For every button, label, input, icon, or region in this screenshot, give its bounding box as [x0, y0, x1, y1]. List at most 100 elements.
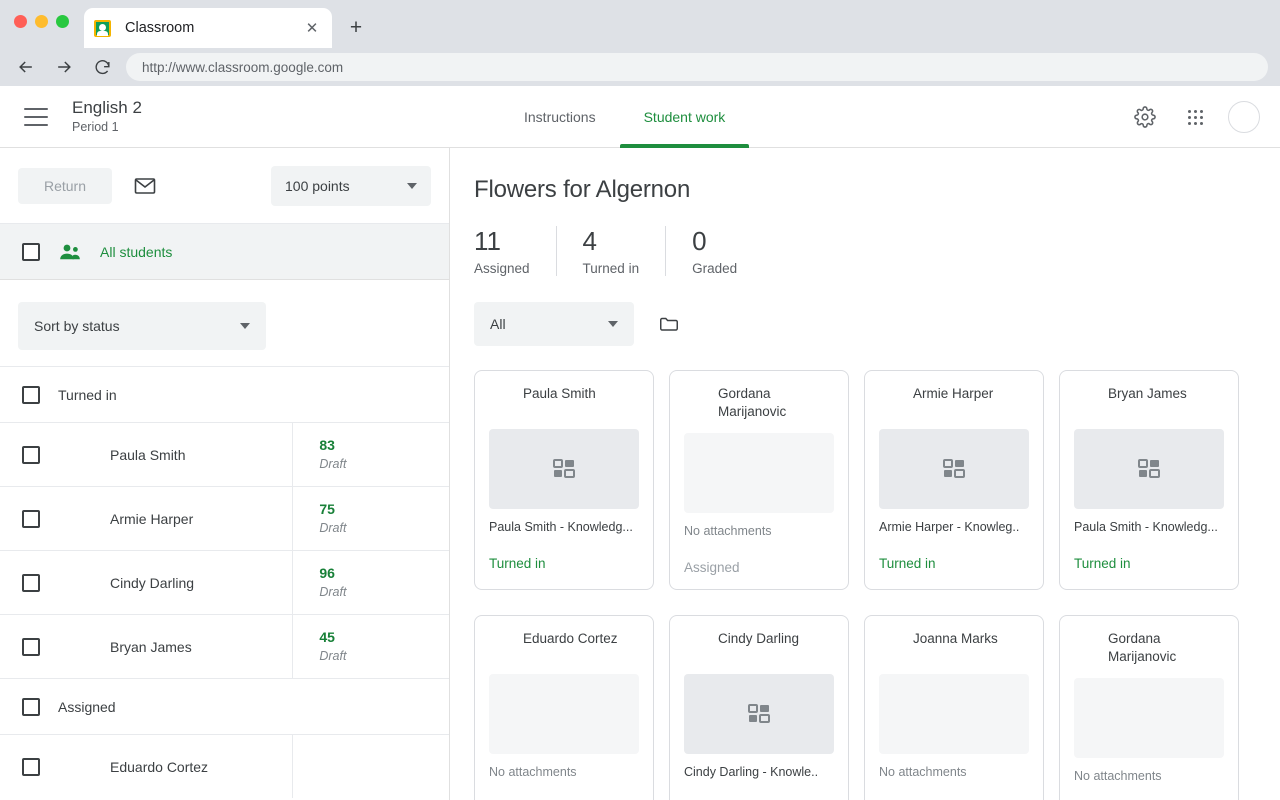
- group-label: Assigned: [58, 699, 116, 715]
- grade-cell[interactable]: [292, 735, 449, 798]
- all-students-row[interactable]: All students: [0, 224, 449, 280]
- all-students-checkbox[interactable]: [22, 243, 40, 261]
- hamburger-menu-icon[interactable]: [24, 108, 48, 126]
- grade-value: 96: [319, 564, 449, 583]
- close-window-button[interactable]: [14, 15, 27, 28]
- card-student-name: Joanna Marks: [913, 628, 998, 648]
- student-checkbox[interactable]: [22, 574, 40, 592]
- student-list-panel: Return 100 points: [0, 148, 450, 800]
- attachment-thumbnail: [879, 674, 1029, 754]
- sort-value: Sort by status: [34, 318, 120, 334]
- avatar: [58, 630, 92, 664]
- attachment-thumbnail[interactable]: [489, 429, 639, 509]
- attachment-thumbnail[interactable]: [1074, 429, 1224, 509]
- status-filter-dropdown[interactable]: All: [474, 302, 634, 346]
- group-header-assigned[interactable]: Assigned: [0, 678, 449, 734]
- attachment-thumbnail[interactable]: [684, 674, 834, 754]
- list-item[interactable]: Gordana Marijanovic No attachments Assig…: [669, 370, 849, 590]
- close-icon[interactable]: ✕: [302, 18, 322, 38]
- assignment-stats: 11 Assigned 4 Turned in 0 Graded: [474, 226, 1240, 276]
- window-controls: [14, 15, 69, 28]
- address-bar-url: http://www.classroom.google.com: [142, 60, 343, 75]
- email-icon[interactable]: [128, 169, 162, 203]
- group-checkbox[interactable]: [22, 386, 40, 404]
- chevron-down-icon: [407, 183, 417, 189]
- card-student-name: Gordana Marijanovic: [1108, 628, 1224, 666]
- student-checkbox[interactable]: [22, 510, 40, 528]
- table-row[interactable]: Armie Harper 75 Draft: [0, 486, 449, 550]
- attachment-name: Armie Harper - Knowleg..: [879, 520, 1029, 534]
- people-icon: [58, 242, 82, 262]
- slides-placeholder-icon: [748, 703, 770, 725]
- grade-state: Draft: [319, 583, 449, 601]
- slides-placeholder-icon: [943, 458, 965, 480]
- plus-icon[interactable]: +: [344, 16, 368, 40]
- group-label: Turned in: [58, 387, 117, 403]
- grade-cell[interactable]: 96 Draft: [292, 551, 449, 614]
- grade-state: Draft: [319, 519, 449, 537]
- attachment-thumbnail[interactable]: [879, 429, 1029, 509]
- maximize-window-button[interactable]: [56, 15, 69, 28]
- header-actions: [1128, 86, 1260, 148]
- student-name: Eduardo Cortez: [110, 759, 208, 775]
- table-row[interactable]: Paula Smith 83 Draft: [0, 422, 449, 486]
- slides-placeholder-icon: [553, 458, 575, 480]
- list-item[interactable]: Bryan James Paula Smith - Knowledg... Tu…: [1059, 370, 1239, 590]
- status-badge: Assigned: [684, 560, 834, 575]
- grade-value: 45: [319, 628, 449, 647]
- table-row[interactable]: Eduardo Cortez: [0, 734, 449, 798]
- browser-toolbar: http://www.classroom.google.com: [0, 48, 1280, 86]
- table-row[interactable]: Cindy Darling 96 Draft: [0, 550, 449, 614]
- card-student-name: Cindy Darling: [718, 628, 799, 648]
- gear-icon[interactable]: [1128, 100, 1162, 134]
- forward-arrow-icon[interactable]: [50, 53, 78, 81]
- address-bar[interactable]: http://www.classroom.google.com: [126, 53, 1268, 81]
- tab-title: Classroom: [125, 20, 302, 36]
- attachment-name: No attachments: [684, 524, 834, 538]
- stat-label: Turned in: [583, 261, 640, 276]
- back-arrow-icon[interactable]: [12, 53, 40, 81]
- student-checkbox[interactable]: [22, 638, 40, 656]
- grade-state: Draft: [319, 455, 449, 473]
- list-item[interactable]: Eduardo Cortez No attachments: [474, 615, 654, 800]
- list-item[interactable]: Paula Smith Paula Smith - Knowledg... Tu…: [474, 370, 654, 590]
- points-dropdown[interactable]: 100 points: [271, 166, 431, 206]
- table-row[interactable]: Bryan James 45 Draft: [0, 614, 449, 678]
- apps-grid-icon[interactable]: [1178, 100, 1212, 134]
- group-header-turned-in[interactable]: Turned in: [0, 366, 449, 422]
- tab-student-work[interactable]: Student work: [620, 86, 750, 148]
- avatar: [58, 502, 92, 536]
- browser-tab[interactable]: Classroom ✕: [84, 8, 332, 48]
- course-heading: English 2 Period 1: [72, 98, 142, 135]
- tab-instructions[interactable]: Instructions: [500, 86, 620, 148]
- student-checkbox[interactable]: [22, 758, 40, 776]
- reload-icon[interactable]: [88, 53, 116, 81]
- list-item[interactable]: Joanna Marks No attachments: [864, 615, 1044, 800]
- attachment-name: Cindy Darling - Knowle..: [684, 765, 834, 779]
- list-item[interactable]: Armie Harper Armie Harper - Knowleg.. Tu…: [864, 370, 1044, 590]
- grade-cell[interactable]: 45 Draft: [292, 615, 449, 678]
- return-button[interactable]: Return: [18, 168, 112, 204]
- attachment-name: No attachments: [1074, 769, 1224, 783]
- card-student-name: Bryan James: [1108, 383, 1187, 403]
- stat-label: Assigned: [474, 261, 530, 276]
- avatar[interactable]: [1228, 101, 1260, 133]
- grade-cell[interactable]: 75 Draft: [292, 487, 449, 550]
- card-student-name: Paula Smith: [523, 383, 596, 403]
- list-item[interactable]: Gordana Marijanovic No attachments: [1059, 615, 1239, 800]
- group-checkbox[interactable]: [22, 698, 40, 716]
- chevron-down-icon: [240, 323, 250, 329]
- status-filter-value: All: [490, 316, 506, 332]
- list-item[interactable]: Cindy Darling Cindy Darling - Knowle..: [669, 615, 849, 800]
- student-name: Paula Smith: [110, 447, 185, 463]
- sort-dropdown[interactable]: Sort by status: [18, 302, 266, 350]
- student-checkbox[interactable]: [22, 446, 40, 464]
- grade-cell[interactable]: 83 Draft: [292, 423, 449, 486]
- folder-icon[interactable]: [652, 307, 686, 341]
- status-badge: Turned in: [879, 556, 1029, 571]
- avatar: [879, 383, 903, 407]
- minimize-window-button[interactable]: [35, 15, 48, 28]
- all-students-label: All students: [100, 244, 172, 260]
- assignment-title: Flowers for Algernon: [474, 176, 1240, 204]
- filter-row: All: [474, 302, 1240, 346]
